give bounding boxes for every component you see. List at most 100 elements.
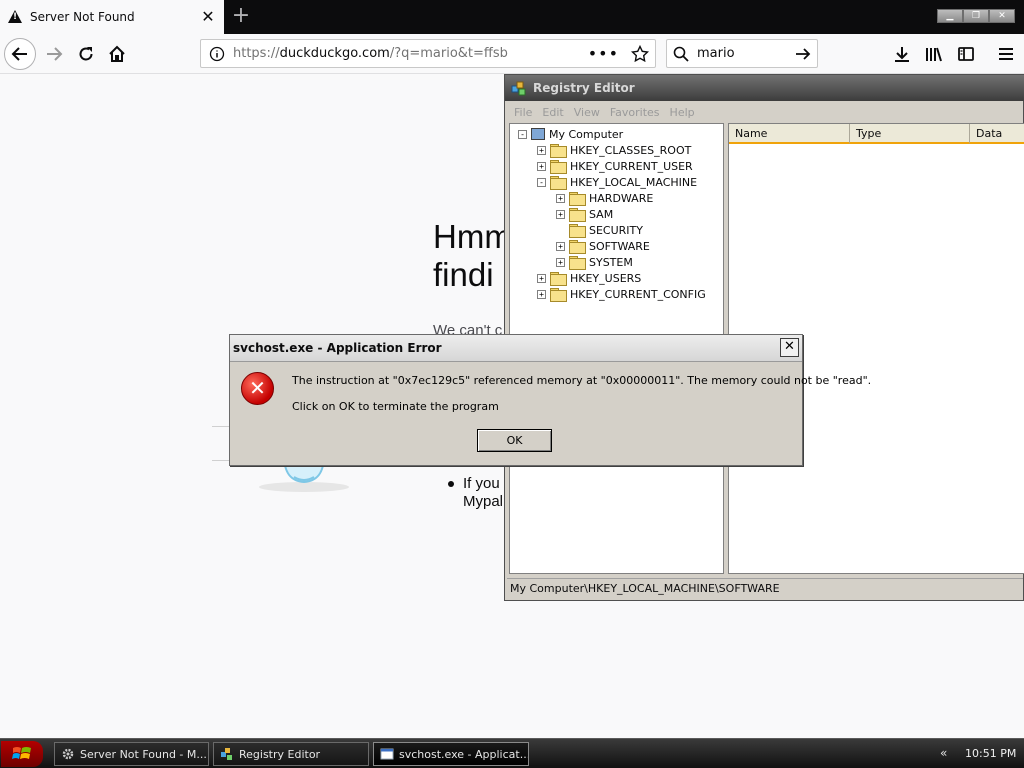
registry-tree-node[interactable]: SECURITY [556, 222, 643, 238]
dialog-close-button[interactable]: ✕ [780, 338, 799, 357]
registry-tree-node[interactable]: + SAM [556, 206, 613, 222]
reload-button[interactable] [70, 38, 102, 70]
menu-favorites[interactable]: Favorites [605, 106, 665, 119]
menu-view[interactable]: View [569, 106, 605, 119]
registry-icon [511, 81, 526, 96]
start-button[interactable] [1, 741, 43, 767]
collapse-icon[interactable]: - [518, 129, 527, 139]
close-window-button[interactable]: ✕ [989, 9, 1015, 23]
column-header-name[interactable]: Name [729, 124, 850, 144]
taskbar: Server Not Found - M... Registry Editor … [0, 738, 1024, 768]
ok-button[interactable]: OK [477, 429, 552, 452]
registry-tree-node[interactable]: + SYSTEM [556, 254, 633, 270]
search-box[interactable]: mario [666, 39, 818, 68]
url-host: duckduckgo.com [279, 46, 390, 61]
folder-icon [569, 208, 586, 222]
dialog-message-secondary: Click on OK to terminate the program [292, 400, 499, 413]
expand-icon[interactable]: + [537, 273, 546, 283]
registry-icon [221, 748, 232, 760]
expand-icon[interactable]: + [537, 145, 546, 155]
registry-tree-label: SECURITY [589, 223, 643, 237]
registry-tree-node[interactable]: + HKEY_CURRENT_USER [537, 158, 693, 174]
registry-status-bar: My Computer\HKEY_LOCAL_MACHINE\SOFTWARE [507, 578, 1023, 598]
registry-title-bar[interactable]: Registry Editor [505, 75, 1024, 101]
registry-tree-node[interactable]: - My Computer [518, 126, 623, 142]
application-error-dialog[interactable]: svchost.exe - Application Error ✕ ✕ The … [229, 334, 871, 466]
registry-tree-node[interactable]: + HKEY_USERS [537, 270, 641, 286]
menu-help[interactable]: Help [665, 106, 700, 119]
menu-edit[interactable]: Edit [537, 106, 568, 119]
clock[interactable]: 10:51 PM [965, 747, 1016, 760]
column-header-data[interactable]: Data [970, 124, 1024, 144]
registry-tree-node[interactable]: + HARDWARE [556, 190, 653, 206]
registry-tree-label: HKEY_USERS [570, 271, 642, 285]
registry-menu-bar: File Edit View Favorites Help [505, 102, 700, 122]
registry-tree-label: HKEY_CURRENT_USER [570, 159, 693, 173]
reload-icon [79, 47, 93, 61]
taskbar-item-error-dialog[interactable]: svchost.exe - Applicat... [373, 742, 529, 766]
back-button[interactable] [4, 38, 36, 70]
sidebar-button[interactable] [950, 38, 982, 70]
menu-file[interactable]: File [509, 106, 537, 119]
folder-icon [550, 288, 567, 302]
dialog-title-bar[interactable]: svchost.exe - Application Error [230, 335, 802, 362]
registry-tree-node[interactable]: - HKEY_LOCAL_MACHINE [537, 174, 697, 190]
expand-icon[interactable]: + [556, 241, 565, 251]
new-tab-button[interactable]: + [230, 3, 252, 29]
downloads-button[interactable] [886, 38, 918, 70]
url-bar[interactable]: https://duckduckgo.com/?q=mario&t=ffsb •… [200, 39, 656, 68]
registry-tree-label: HKEY_CLASSES_ROOT [570, 143, 692, 157]
gear-icon [62, 748, 74, 760]
registry-tree-node[interactable]: + HKEY_CURRENT_CONFIG [537, 286, 706, 302]
home-button[interactable] [101, 38, 133, 70]
search-input[interactable]: mario [689, 46, 795, 61]
menu-button[interactable] [990, 38, 1022, 70]
registry-tree-label: HARDWARE [589, 191, 654, 205]
minimize-button[interactable]: ▁ [937, 9, 963, 23]
forward-arrow-icon [47, 47, 63, 61]
registry-tree-node[interactable]: + HKEY_CLASSES_ROOT [537, 142, 691, 158]
taskbar-item-label: Server Not Found - M... [80, 747, 207, 761]
expand-icon[interactable]: + [556, 209, 565, 219]
taskbar-item-browser[interactable]: Server Not Found - M... [54, 742, 209, 766]
search-go-arrow-icon[interactable] [795, 46, 811, 62]
nav-bar: https://duckduckgo.com/?q=mario&t=ffsb •… [0, 34, 1024, 74]
registry-tree-label: SYSTEM [589, 255, 633, 269]
folder-icon [569, 192, 586, 206]
folder-icon [550, 144, 567, 158]
tab-server-not-found[interactable]: Server Not Found ✕ [0, 0, 224, 34]
tab-close-icon[interactable]: ✕ [200, 9, 216, 25]
forward-button[interactable] [38, 38, 70, 70]
tray-expand-button[interactable]: « [940, 746, 947, 760]
registry-tree-label: SOFTWARE [589, 239, 650, 253]
library-button[interactable] [918, 38, 950, 70]
registry-title: Registry Editor [533, 81, 635, 95]
maximize-button[interactable]: ❐ [963, 9, 989, 23]
url-prefix: https:// [233, 46, 280, 61]
registry-tree-label: SAM [589, 207, 614, 221]
column-header-type[interactable]: Type [850, 124, 970, 144]
windows-logo-icon [12, 747, 31, 759]
download-icon [895, 47, 909, 62]
folder-icon [569, 224, 586, 238]
computer-icon [531, 128, 545, 140]
page-heading-line1: Hmm [433, 218, 512, 255]
bullet-dot [448, 481, 454, 487]
collapse-icon[interactable]: - [537, 177, 546, 187]
page-actions-icon[interactable]: ••• [588, 44, 619, 63]
info-icon[interactable] [209, 46, 225, 62]
bullet-text-line2: Mypal [463, 493, 504, 510]
expand-icon[interactable]: + [556, 257, 565, 267]
taskbar-item-registry[interactable]: Registry Editor [213, 742, 369, 766]
library-icon [926, 47, 942, 62]
expand-icon[interactable]: + [556, 193, 565, 203]
bookmark-star-icon[interactable] [631, 44, 649, 63]
folder-icon [550, 176, 567, 190]
registry-tree-node[interactable]: + SOFTWARE [556, 238, 650, 254]
back-arrow-icon [11, 47, 27, 61]
expand-icon[interactable]: + [537, 161, 546, 171]
expand-icon[interactable]: + [537, 289, 546, 299]
page-heading: Hmm findi [433, 218, 512, 294]
registry-tree-label: HKEY_LOCAL_MACHINE [570, 175, 698, 189]
url-text[interactable]: https://duckduckgo.com/?q=mario&t=ffsb [225, 46, 588, 61]
